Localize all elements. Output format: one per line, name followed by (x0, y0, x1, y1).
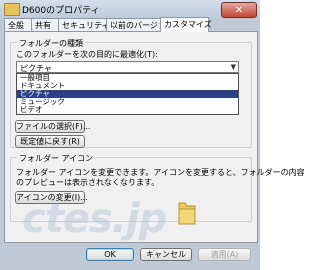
dropdown-option-documents[interactable]: ドキュメント (17, 82, 238, 90)
dropdown-option-pictures[interactable]: ピクチャ (17, 90, 238, 98)
folder-preview-icon (178, 202, 196, 225)
folder-icon-group-title: フォルダー アイコン (17, 153, 96, 164)
folder-icon-description-line2: のプレビューは表示されなくなります。 (16, 178, 160, 187)
folder-type-group-title: フォルダーの種類 (17, 38, 85, 49)
apply-button[interactable]: 適用(A) (198, 248, 251, 261)
dropdown-option-music[interactable]: ミュージック (17, 98, 238, 106)
title-bar: D600のプロパティ ✕ (0, 0, 260, 18)
tab-general[interactable]: 全般 (4, 18, 33, 32)
dropdown-option-videos[interactable]: ビデオ (17, 106, 238, 114)
ok-button[interactable]: OK (86, 248, 134, 261)
choose-file-button[interactable]: ファイルの選択(F)... (15, 120, 90, 133)
window-title: D600のプロパティ (22, 6, 100, 16)
optimize-label: このフォルダーを次の目的に最適化(T): (16, 50, 158, 59)
tab-security[interactable]: セキュリティ (58, 18, 110, 32)
close-button[interactable]: ✕ (221, 2, 257, 18)
folder-type-select[interactable]: ピクチャ ▼ (16, 61, 239, 73)
watermark-logo: ctes.jp (22, 196, 167, 242)
cancel-button[interactable]: キャンセル (140, 248, 192, 261)
restore-default-button[interactable]: 既定値に戻す(R) (15, 135, 85, 148)
tab-sharing[interactable]: 共有 (31, 18, 60, 32)
dropdown-option-general[interactable]: 一般項目 (17, 74, 238, 82)
chevron-down-icon[interactable]: ▼ (231, 63, 236, 71)
tab-customize[interactable]: カスタマイズ (160, 17, 212, 32)
folder-type-dropdown-list: 一般項目 ドキュメント ピクチャ ミュージック ビデオ (16, 73, 239, 115)
properties-dialog: D600のプロパティ ✕ 全般 共有 セキュリティ 以前のバージョン カスタマイ… (0, 0, 305, 270)
tab-previous-versions[interactable]: 以前のバージョン (106, 18, 174, 32)
folder-icon (4, 3, 20, 16)
